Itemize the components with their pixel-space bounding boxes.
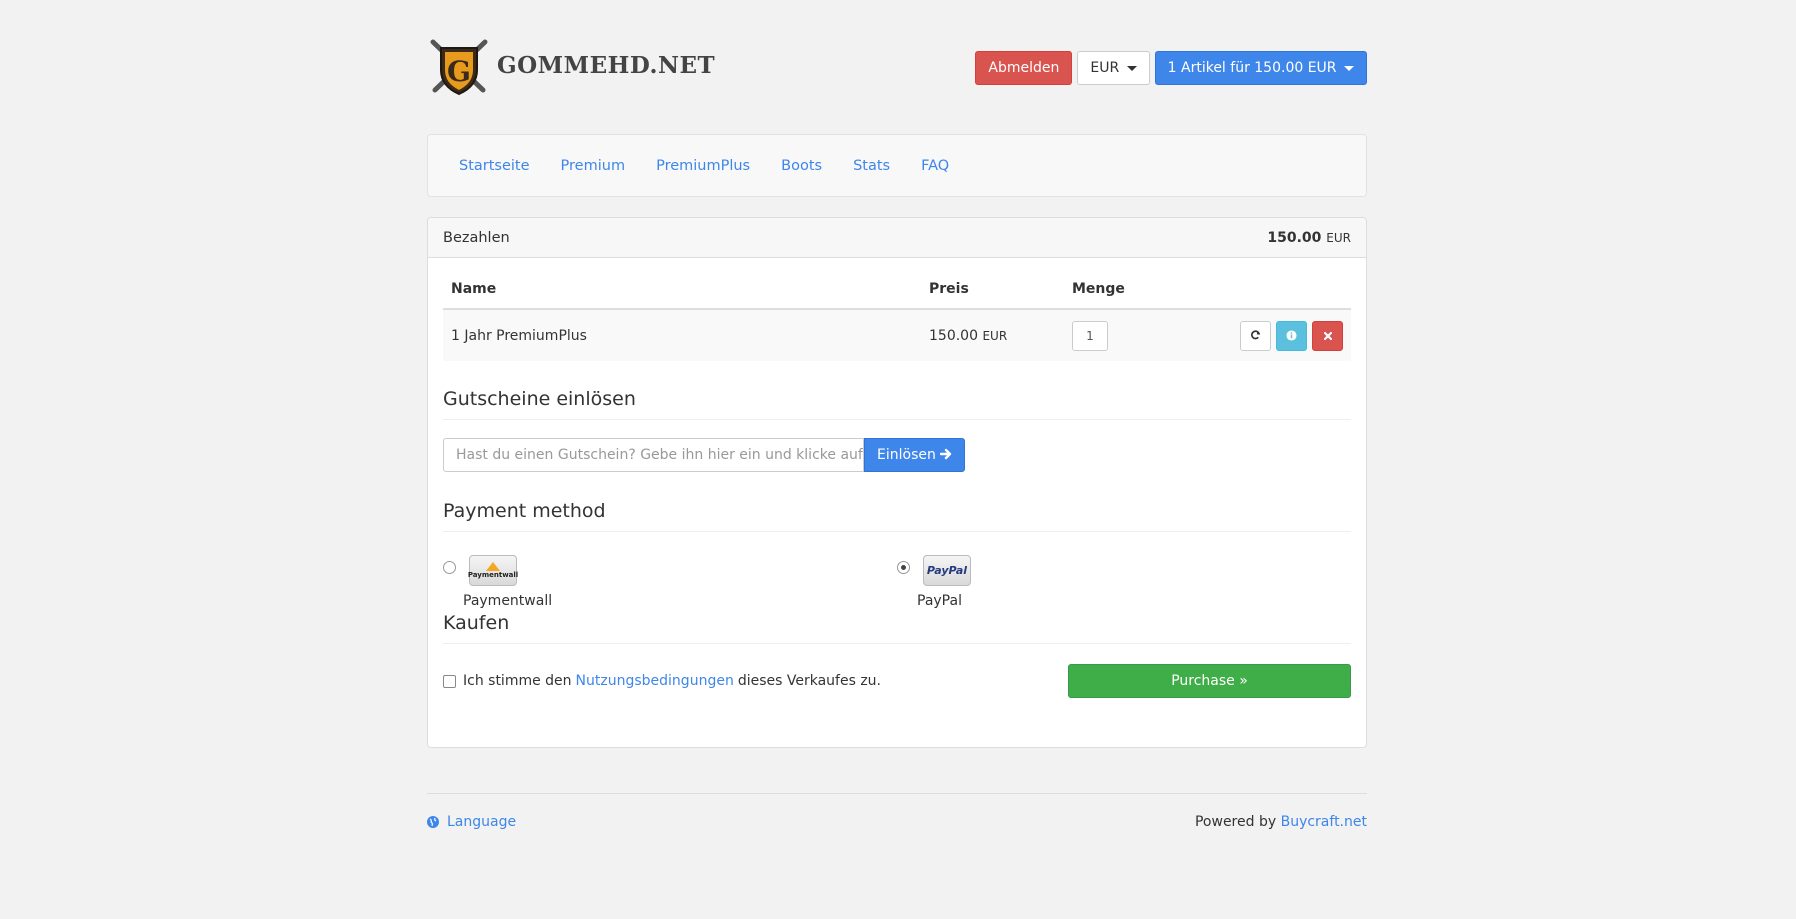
terms-link[interactable]: Nutzungsbedingungen: [576, 673, 734, 689]
coupon-section: Gutscheine einlösen Hast du einen Gutsch…: [443, 388, 1351, 472]
item-price-currency: EUR: [982, 328, 1008, 343]
refresh-button[interactable]: [1240, 320, 1271, 351]
close-icon: [1323, 331, 1332, 340]
column-header-name: Name: [443, 270, 921, 310]
paymentwall-label: Paymentwall: [463, 593, 553, 609]
nav-item-stats[interactable]: Stats: [853, 158, 890, 174]
table-header-row: Name Preis Menge: [443, 270, 1351, 310]
header-actions: Abmelden EUR 1 Artikel für 150.00 EUR: [975, 51, 1367, 85]
paymentwall-radio[interactable]: [443, 561, 456, 574]
column-header-actions: [1174, 270, 1351, 310]
terms-agreement: Ich stimme den Nutzungsbedingungen diese…: [443, 673, 881, 689]
brand-name: GOMMEHD.NET: [497, 51, 716, 79]
purchase-section: Kaufen Ich stimme den Nutzungsbedingunge…: [443, 612, 1351, 698]
powered-by: Powered by Buycraft.net: [1195, 814, 1367, 830]
language-label: Language: [447, 814, 517, 830]
coupon-heading: Gutscheine einlösen: [443, 388, 1351, 420]
buycraft-link[interactable]: Buycraft.net: [1281, 814, 1367, 830]
paymentwall-logo-icon: [486, 562, 500, 571]
item-price: 150.00 EUR: [921, 309, 1064, 361]
paymentwall-logo: Paymentwall: [467, 555, 519, 586]
page-container: G GOMMEHD.NET Abmelden EUR 1 Artikel für…: [427, 0, 1367, 830]
language-link[interactable]: Language: [427, 814, 516, 830]
panel-heading: Bezahlen 150.00 EUR: [428, 218, 1366, 258]
total-currency: EUR: [1326, 230, 1351, 245]
column-header-price: Preis: [921, 270, 1064, 310]
refresh-icon: [1251, 330, 1261, 340]
cart-label: 1 Artikel für 150.00 EUR: [1167, 60, 1337, 76]
powered-by-text: Powered by: [1194, 814, 1277, 830]
table-row: 1 Jahr PremiumPlus 150.00 EUR 1: [443, 309, 1351, 361]
arrow-right-icon: [940, 448, 952, 460]
caret-down-icon: [1126, 65, 1137, 71]
remove-button[interactable]: [1312, 320, 1343, 351]
globe-icon: [427, 816, 439, 828]
panel-title: Bezahlen: [443, 229, 510, 246]
caret-down-icon: [1344, 65, 1354, 71]
paypal-radio[interactable]: [897, 561, 910, 574]
column-header-quantity: Menge: [1064, 270, 1174, 310]
nav-item-faq[interactable]: FAQ: [921, 158, 949, 174]
cart-table: Name Preis Menge 1 Jahr PremiumPlus 150.…: [443, 270, 1351, 361]
paymentwall-logo-text: Paymentwall: [467, 571, 519, 579]
total-value: 150.00: [1267, 229, 1322, 246]
purchase-button[interactable]: Purchase »: [1068, 664, 1351, 698]
paypal-logo: PayPal: [923, 555, 971, 586]
paypal-label: PayPal: [917, 593, 962, 609]
redeem-label: Einlösen: [877, 447, 936, 463]
shield-logo-icon: G: [427, 34, 491, 98]
site-header: G GOMMEHD.NET Abmelden EUR 1 Artikel für…: [427, 0, 1367, 134]
payment-section: Payment method Paymentwall Paymentwall P…: [443, 500, 1351, 612]
terms-text-after: dieses Verkaufes zu.: [737, 673, 881, 689]
svg-text:G: G: [447, 55, 471, 88]
site-footer: Language Powered by Buycraft.net: [427, 793, 1367, 830]
info-icon: [1286, 330, 1297, 341]
site-logo[interactable]: G GOMMEHD.NET: [427, 34, 715, 98]
payment-option-paymentwall[interactable]: Paymentwall Paymentwall: [443, 555, 897, 612]
item-name: 1 Jahr PremiumPlus: [443, 309, 921, 361]
nav-item-boots[interactable]: Boots: [781, 158, 822, 174]
payment-option-paypal[interactable]: PayPal PayPal: [897, 555, 1351, 612]
panel-total: 150.00 EUR: [1267, 230, 1351, 246]
nav-item-premiumplus[interactable]: PremiumPlus: [656, 158, 750, 174]
payment-heading: Payment method: [443, 500, 1351, 532]
cart-dropdown[interactable]: 1 Artikel für 150.00 EUR: [1154, 51, 1367, 85]
coupon-input[interactable]: Hast du einen Gutschein? Gebe ihn hier e…: [443, 438, 864, 472]
main-nav: Startseite Premium PremiumPlus Boots Sta…: [427, 134, 1367, 197]
checkout-panel: Bezahlen 150.00 EUR Name Preis Menge 1 J…: [427, 217, 1367, 748]
purchase-heading: Kaufen: [443, 612, 1351, 644]
item-price-value: 150.00: [929, 327, 978, 344]
terms-checkbox[interactable]: [443, 674, 456, 688]
currency-label: EUR: [1090, 60, 1120, 76]
quantity-input[interactable]: 1: [1072, 320, 1108, 351]
nav-item-premium[interactable]: Premium: [561, 158, 626, 174]
paypal-logo-text: PayPal: [926, 564, 968, 577]
logout-button[interactable]: Abmelden: [975, 51, 1073, 85]
item-quantity-cell: 1: [1064, 309, 1174, 361]
currency-dropdown[interactable]: EUR: [1077, 51, 1150, 85]
item-actions: [1174, 309, 1351, 361]
nav-item-startseite[interactable]: Startseite: [459, 158, 530, 174]
panel-body: Name Preis Menge 1 Jahr PremiumPlus 150.…: [428, 270, 1366, 698]
redeem-button[interactable]: Einlösen: [864, 438, 966, 472]
terms-text-before: Ich stimme den: [463, 673, 572, 689]
info-button[interactable]: [1276, 320, 1307, 351]
